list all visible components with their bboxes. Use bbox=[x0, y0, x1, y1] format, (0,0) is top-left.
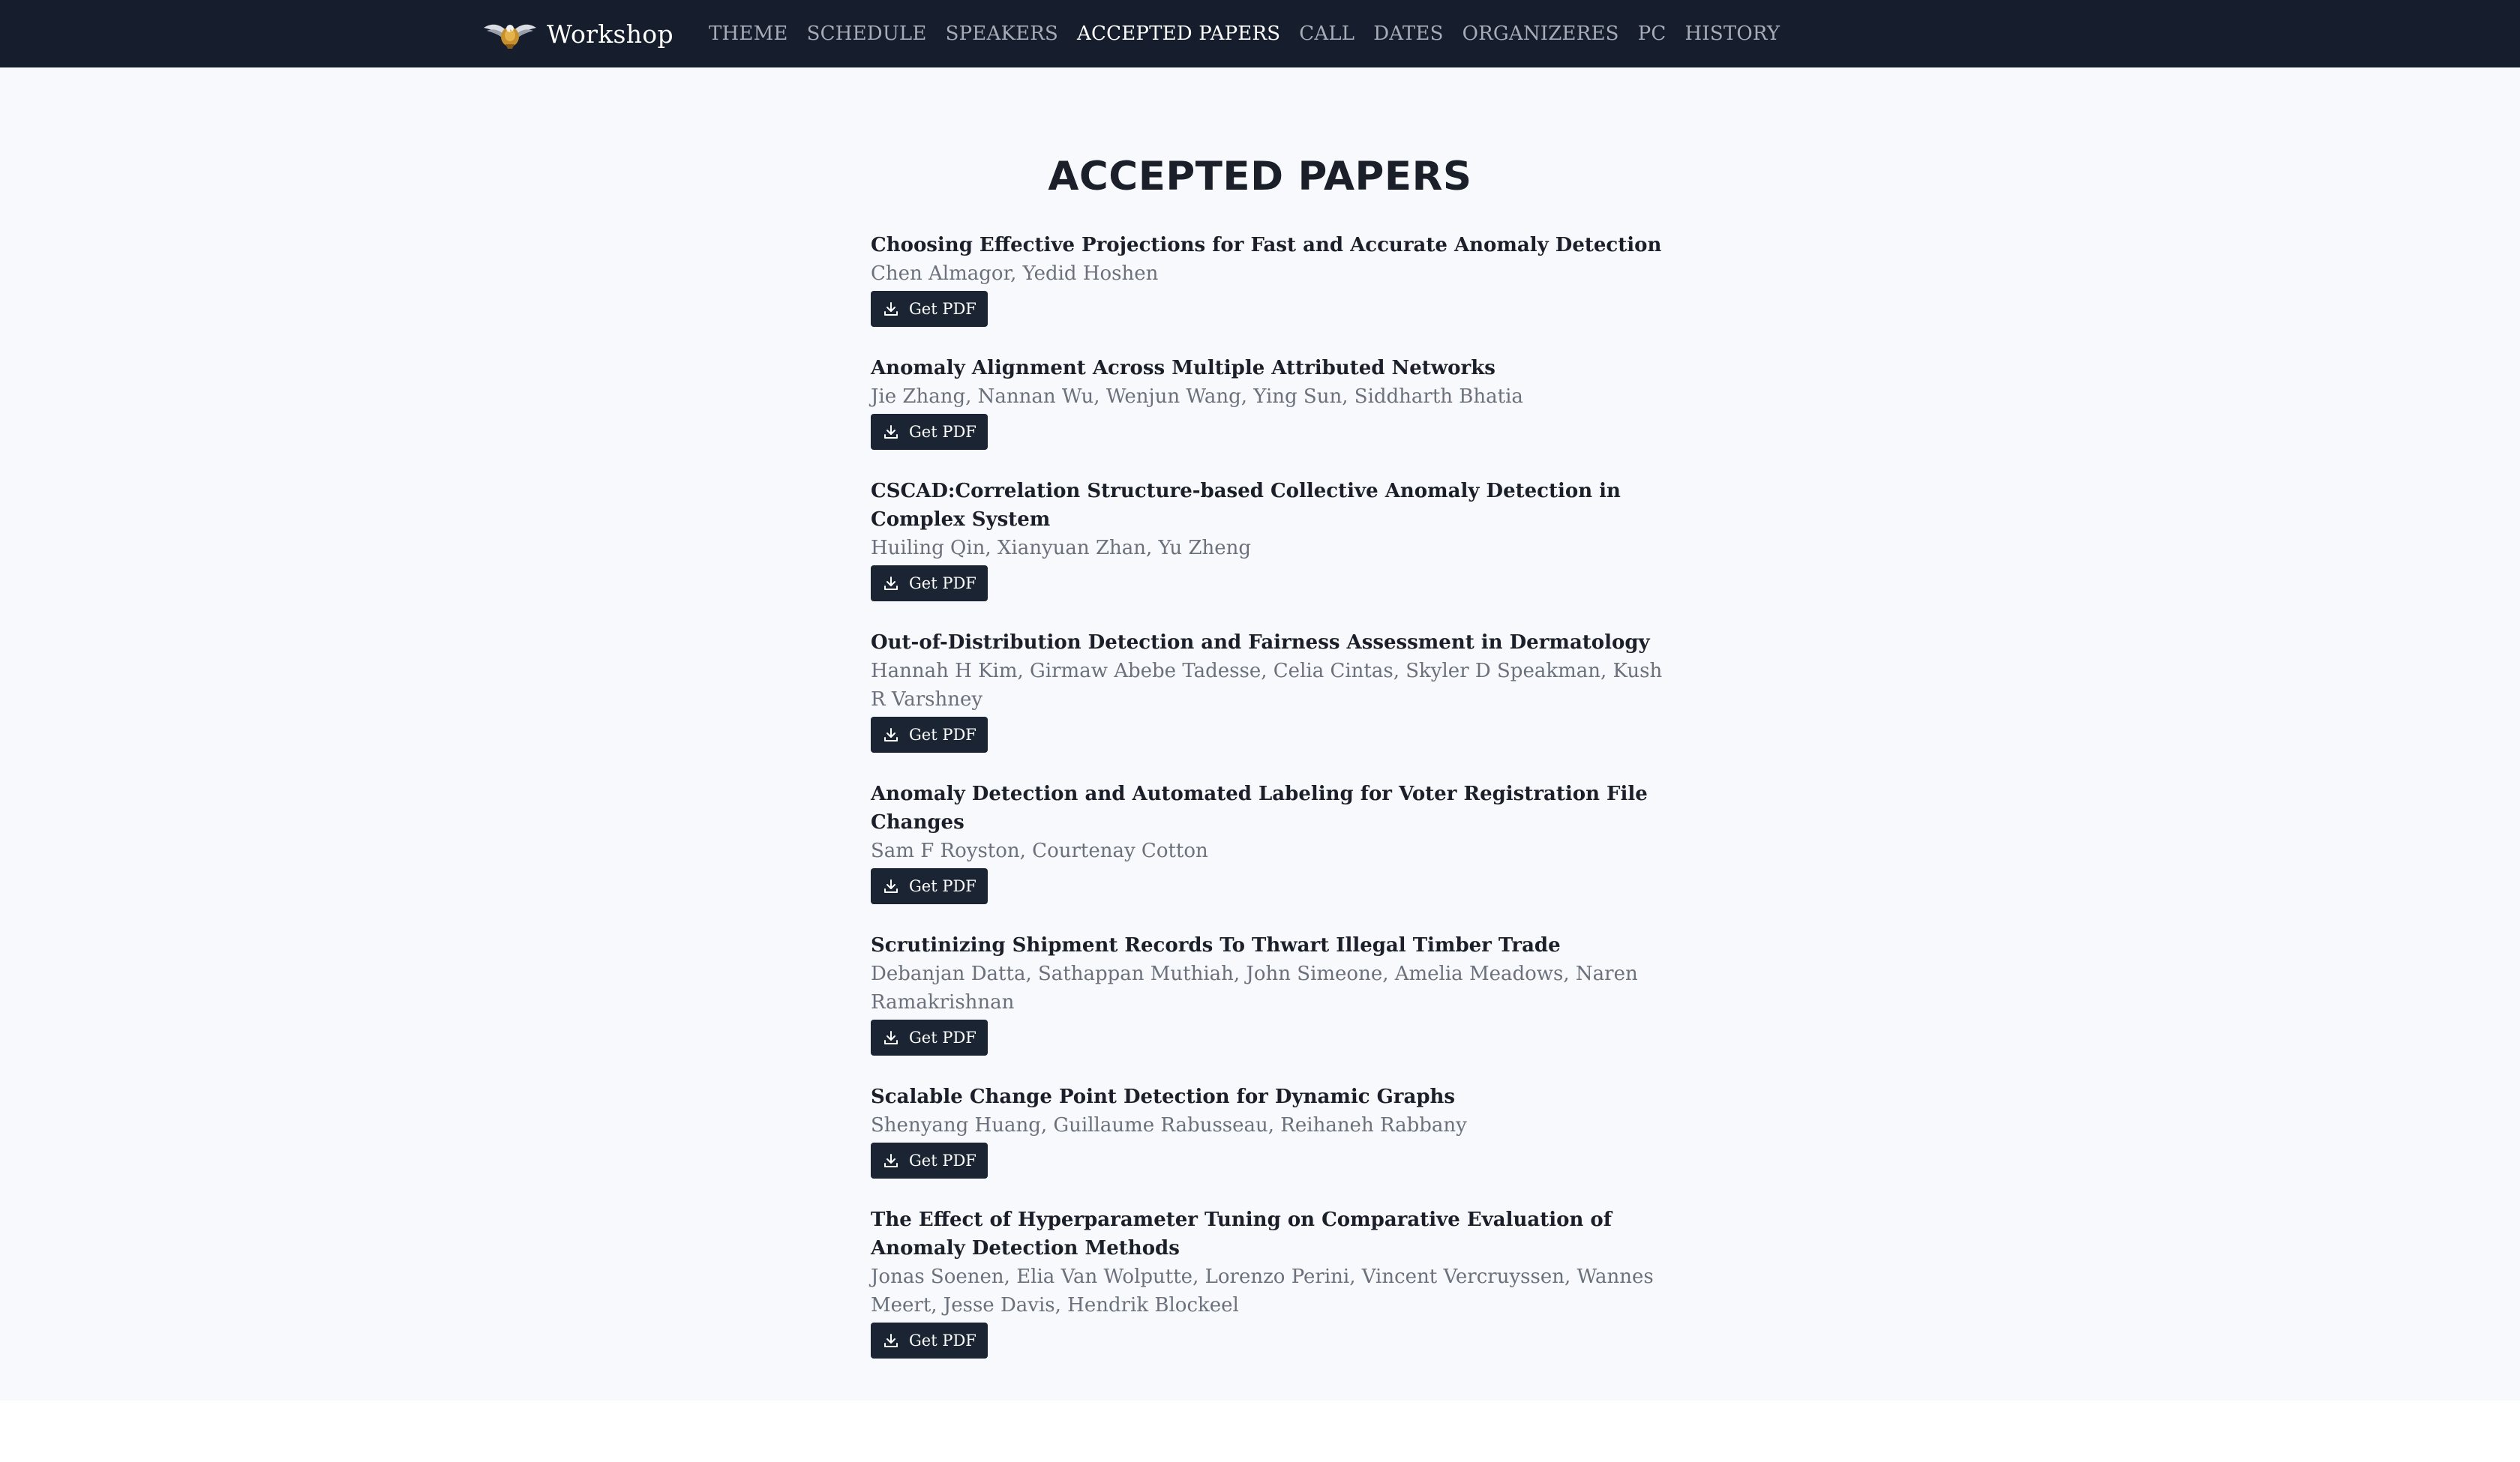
eagle-emblem-icon bbox=[484, 24, 536, 49]
nav-item-organizers: ORGANIZERES bbox=[1462, 22, 1619, 45]
get-pdf-button[interactable]: Get PDF bbox=[871, 1020, 988, 1056]
paper-title: Choosing Effective Projections for Fast … bbox=[871, 234, 1662, 256]
nav-link-call[interactable]: CALL bbox=[1299, 22, 1354, 45]
nav-item-speakers: SPEAKERS bbox=[946, 22, 1058, 45]
paper-title: CSCAD:Correlation Structure-based Collec… bbox=[871, 480, 1621, 531]
download-icon bbox=[884, 302, 898, 316]
get-pdf-label: Get PDF bbox=[909, 574, 976, 592]
get-pdf-label: Get PDF bbox=[909, 726, 976, 744]
paper-authors: Hannah H Kim, Girmaw Abebe Tadesse, Celi… bbox=[871, 660, 1663, 711]
paper-item: Anomaly Alignment Across Multiple Attrib… bbox=[871, 354, 1666, 450]
nav-link-speakers[interactable]: SPEAKERS bbox=[946, 22, 1058, 45]
download-icon bbox=[884, 1031, 898, 1044]
paper-item: Choosing Effective Projections for Fast … bbox=[871, 231, 1666, 327]
get-pdf-button[interactable]: Get PDF bbox=[871, 1323, 988, 1359]
paper-item: Scrutinizing Shipment Records To Thwart … bbox=[871, 931, 1666, 1056]
paper-title: Scrutinizing Shipment Records To Thwart … bbox=[871, 934, 1561, 957]
nav-link-schedule[interactable]: SCHEDULE bbox=[807, 22, 927, 45]
nav-link-pc[interactable]: PC bbox=[1638, 22, 1666, 45]
paper-item: Out-of-Distribution Detection and Fairne… bbox=[871, 628, 1666, 753]
get-pdf-label: Get PDF bbox=[909, 1152, 976, 1170]
nav-link-theme[interactable]: THEME bbox=[709, 22, 788, 45]
download-icon bbox=[884, 1154, 898, 1167]
nav-item-call: CALL bbox=[1299, 22, 1354, 45]
nav-item-dates: DATES bbox=[1373, 22, 1443, 45]
paper-title: Anomaly Alignment Across Multiple Attrib… bbox=[871, 357, 1496, 379]
nav-link-history[interactable]: HISTORY bbox=[1684, 22, 1780, 45]
download-icon bbox=[884, 879, 898, 893]
brand-link[interactable]: Workshop bbox=[482, 0, 674, 67]
download-icon bbox=[884, 1334, 898, 1347]
page-title: ACCEPTED PAPERS bbox=[1048, 154, 1472, 199]
nav-item-pc: PC bbox=[1638, 22, 1666, 45]
nav-link-dates[interactable]: DATES bbox=[1373, 22, 1443, 45]
paper-title: Scalable Change Point Detection for Dyna… bbox=[871, 1086, 1456, 1108]
paper-title: The Effect of Hyperparameter Tuning on C… bbox=[871, 1209, 1612, 1260]
accepted-papers-section: ACCEPTED PAPERS Choosing Effective Proje… bbox=[0, 67, 2520, 1401]
get-pdf-button[interactable]: Get PDF bbox=[871, 1143, 988, 1179]
get-pdf-button[interactable]: Get PDF bbox=[871, 291, 988, 327]
paper-authors: Debanjan Datta, Sathappan Muthiah, John … bbox=[871, 963, 1638, 1014]
paper-item: The Effect of Hyperparameter Tuning on C… bbox=[871, 1206, 1666, 1359]
get-pdf-label: Get PDF bbox=[909, 1332, 976, 1350]
nav-item-history: HISTORY bbox=[1684, 22, 1780, 45]
get-pdf-button[interactable]: Get PDF bbox=[871, 565, 988, 601]
nav-item-accepted-papers: ACCEPTED PAPERS bbox=[1077, 22, 1280, 45]
download-icon bbox=[884, 728, 898, 741]
get-pdf-button[interactable]: Get PDF bbox=[871, 868, 988, 904]
nav-item-theme: THEME bbox=[709, 22, 788, 45]
paper-authors: Huiling Qin, Xianyuan Zhan, Yu Zheng bbox=[871, 537, 1252, 559]
nav-item-schedule: SCHEDULE bbox=[807, 22, 927, 45]
brand-title: Workshop bbox=[547, 19, 674, 49]
paper-item: Anomaly Detection and Automated Labeling… bbox=[871, 780, 1666, 904]
page-footer bbox=[0, 1401, 2520, 1462]
download-icon bbox=[884, 425, 898, 439]
top-navbar: Workshop THEME SCHEDULE SPEAKERS ACCEPTE… bbox=[0, 0, 2520, 67]
download-icon bbox=[884, 577, 898, 590]
paper-authors: Chen Almagor, Yedid Hoshen bbox=[871, 262, 1159, 285]
paper-authors: Jie Zhang, Nannan Wu, Wenjun Wang, Ying … bbox=[871, 385, 1523, 408]
get-pdf-label: Get PDF bbox=[909, 300, 976, 318]
paper-list: Choosing Effective Projections for Fast … bbox=[871, 231, 1666, 1386]
paper-title: Anomaly Detection and Automated Labeling… bbox=[871, 783, 1648, 834]
paper-authors: Sam F Royston, Courtenay Cotton bbox=[871, 840, 1208, 862]
get-pdf-label: Get PDF bbox=[909, 1029, 976, 1047]
get-pdf-button[interactable]: Get PDF bbox=[871, 717, 988, 753]
paper-authors: Jonas Soenen, Elia Van Wolputte, Lorenzo… bbox=[871, 1266, 1654, 1317]
paper-authors: Shenyang Huang, Guillaume Rabusseau, Rei… bbox=[871, 1114, 1467, 1137]
get-pdf-button[interactable]: Get PDF bbox=[871, 414, 988, 450]
get-pdf-label: Get PDF bbox=[909, 423, 976, 441]
get-pdf-label: Get PDF bbox=[909, 877, 976, 895]
paper-item: Scalable Change Point Detection for Dyna… bbox=[871, 1083, 1666, 1179]
nav-link-accepted-papers[interactable]: ACCEPTED PAPERS bbox=[1077, 22, 1280, 45]
paper-title: Out-of-Distribution Detection and Fairne… bbox=[871, 631, 1650, 654]
nav-menu: THEME SCHEDULE SPEAKERS ACCEPTED PAPERS … bbox=[709, 0, 1780, 67]
paper-item: CSCAD:Correlation Structure-based Collec… bbox=[871, 477, 1666, 601]
nav-link-organizers[interactable]: ORGANIZERES bbox=[1462, 22, 1619, 45]
